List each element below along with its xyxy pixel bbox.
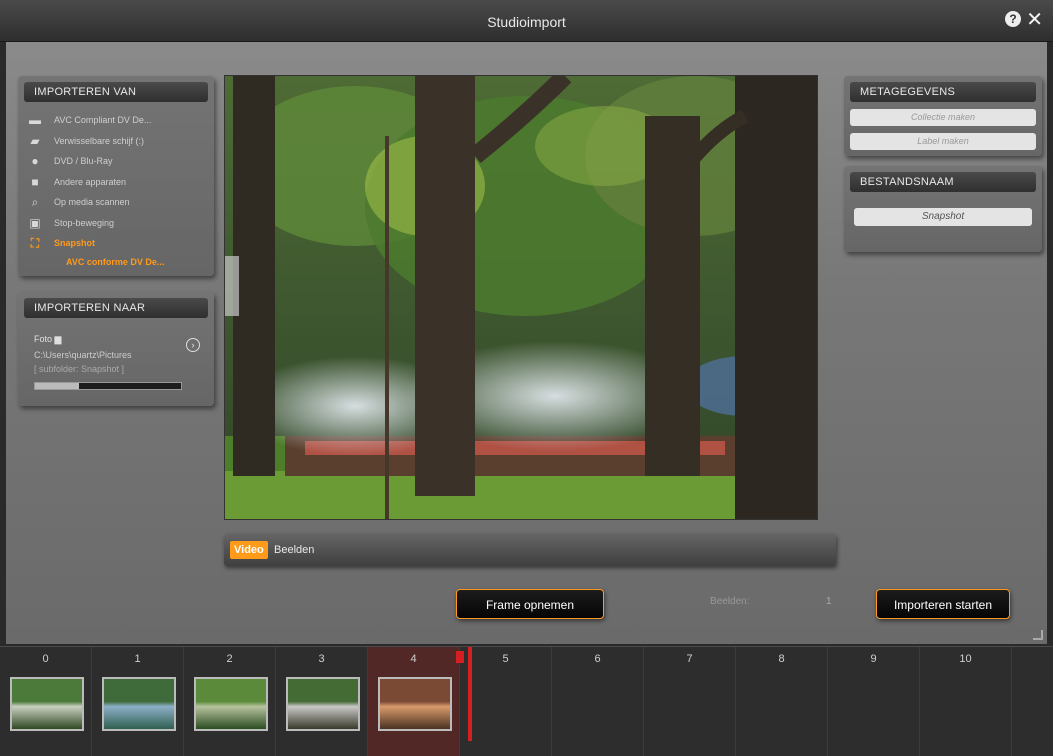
- import-from-header: IMPORTEREN VAN: [24, 82, 208, 102]
- filmstrip-marker[interactable]: [468, 647, 472, 741]
- images-counter-value: 1: [826, 596, 832, 607]
- source-item[interactable]: ● DVD / Blu-Ray: [26, 151, 208, 172]
- destination-type: Foto: [34, 334, 53, 344]
- source-item-label: Stop-beweging: [54, 217, 115, 228]
- source-item-label: Op media scannen: [54, 197, 130, 208]
- destination-path: C:\Users\quartz\Pictures: [34, 350, 132, 360]
- storage-progress-bar: [34, 382, 182, 390]
- slot-number: 7: [686, 653, 693, 665]
- close-icon[interactable]: ✕: [1026, 7, 1043, 32]
- filmstrip-marker-head[interactable]: [456, 651, 464, 663]
- source-item[interactable]: ▣ Stop-beweging: [26, 213, 208, 234]
- resize-grip-icon[interactable]: [1033, 630, 1043, 640]
- frame-thumbnail[interactable]: [102, 677, 176, 731]
- start-import-button[interactable]: Importeren starten: [876, 589, 1010, 619]
- slot-number: 3: [318, 653, 325, 665]
- filmstrip-slot[interactable]: 3: [276, 647, 368, 756]
- filename-header: BESTANDSNAAM: [850, 172, 1036, 192]
- stop-motion-icon: ▣: [29, 215, 41, 230]
- source-item-label: Snapshot: [54, 238, 96, 249]
- help-icon[interactable]: ?: [1005, 11, 1021, 27]
- camcorder-icon: ▬: [29, 113, 41, 128]
- metadata-header: METAGEGEVENS: [850, 82, 1036, 102]
- title-bar: Studioimport ? ✕: [0, 0, 1053, 42]
- source-item[interactable]: ⌕ Op media scannen: [26, 192, 208, 213]
- filmstrip-slot[interactable]: 7: [644, 647, 736, 756]
- filename-input[interactable]: Snapshot: [854, 208, 1032, 226]
- removable-drive-icon: ▰: [30, 133, 40, 148]
- folder-icon: ■: [31, 174, 39, 189]
- frame-thumbnail[interactable]: [10, 677, 84, 731]
- import-to-panel: IMPORTEREN NAAR Foto ▆ › C:\Users\quartz…: [18, 292, 214, 406]
- source-item-label: Verwisselbare schijf (:): [54, 135, 145, 146]
- metadata-panel: METAGEGEVENS Collectie maken Label maken: [844, 76, 1042, 156]
- capture-frame-button[interactable]: Frame opnemen: [456, 589, 604, 619]
- snapshot-icon: ⛶: [30, 235, 40, 250]
- source-item[interactable]: ■ Andere apparaten: [26, 172, 208, 193]
- source-item[interactable]: ▰ Verwisselbare schijf (:): [26, 131, 208, 152]
- slot-number: 0: [42, 653, 49, 665]
- destination-label: Foto ▆: [34, 334, 61, 345]
- filmstrip-slot[interactable]: 6: [552, 647, 644, 756]
- slot-number: 5: [502, 653, 509, 665]
- filmstrip-slot[interactable]: 10: [920, 647, 1012, 756]
- filename-panel: BESTANDSNAAM Snapshot: [844, 166, 1042, 252]
- source-item-label: AVC Compliant DV De...: [54, 115, 152, 126]
- images-counter-label: Beelden:: [710, 596, 750, 607]
- preview-frame: [225, 76, 817, 519]
- frame-thumbnail[interactable]: [378, 677, 452, 731]
- video-preview: [224, 75, 818, 520]
- import-from-panel: IMPORTEREN VAN ▬ AVC Compliant DV De... ▰ V…: [18, 76, 214, 276]
- collection-input[interactable]: Collectie maken: [850, 109, 1036, 126]
- snapshot-device-label[interactable]: AVC conforme DV De...: [26, 254, 208, 270]
- disc-icon: ●: [31, 154, 39, 169]
- source-list: ▬ AVC Compliant DV De... ▰ Verwisselbare sc…: [26, 110, 208, 270]
- filmstrip-slot[interactable]: 2: [184, 647, 276, 756]
- source-item[interactable]: ▬ AVC Compliant DV De...: [26, 110, 208, 131]
- window-title: Studioimport: [487, 14, 566, 30]
- filmstrip-slot[interactable]: 5: [460, 647, 552, 756]
- images-tab[interactable]: Beelden: [274, 541, 314, 559]
- frame-thumbnail[interactable]: [194, 677, 268, 731]
- browse-arrow-icon[interactable]: ›: [186, 338, 200, 352]
- filmstrip: 10 9 8 7 6 5 4 3 2 1 0: [0, 646, 1053, 756]
- slot-number: 8: [778, 653, 785, 665]
- label-input[interactable]: Label maken: [850, 133, 1036, 150]
- source-item-label: Andere apparaten: [54, 176, 127, 187]
- storage-progress-fill: [35, 383, 79, 389]
- frame-thumbnail[interactable]: [286, 677, 360, 731]
- filmstrip-slot[interactable]: 1: [92, 647, 184, 756]
- slot-number: 9: [870, 653, 877, 665]
- filmstrip-slot[interactable]: 9: [828, 647, 920, 756]
- slot-number: 1: [134, 653, 141, 665]
- source-item-label: DVD / Blu-Ray: [54, 156, 113, 167]
- filmstrip-slot[interactable]: 4: [368, 647, 460, 756]
- slot-number: 2: [226, 653, 233, 665]
- import-to-header: IMPORTEREN NAAR: [24, 298, 208, 318]
- magnifier-icon: ⌕: [31, 194, 39, 209]
- video-tab[interactable]: Video: [230, 541, 268, 559]
- slot-number: 6: [594, 653, 601, 665]
- mode-bar: Video Beelden: [224, 534, 836, 566]
- folder-icon: ▆: [54, 334, 62, 344]
- filmstrip-slot[interactable]: 0: [0, 647, 92, 756]
- filmstrip-slot[interactable]: 8: [736, 647, 828, 756]
- main-area: IMPORTEREN VAN ▬ AVC Compliant DV De... ▰ V…: [6, 42, 1047, 644]
- destination-subfolder: [ subfolder: Snapshot ]: [34, 364, 125, 374]
- slot-number: 10: [959, 653, 972, 665]
- source-item[interactable]: ⛶ Snapshot: [26, 233, 208, 254]
- slot-number: 4: [410, 653, 417, 665]
